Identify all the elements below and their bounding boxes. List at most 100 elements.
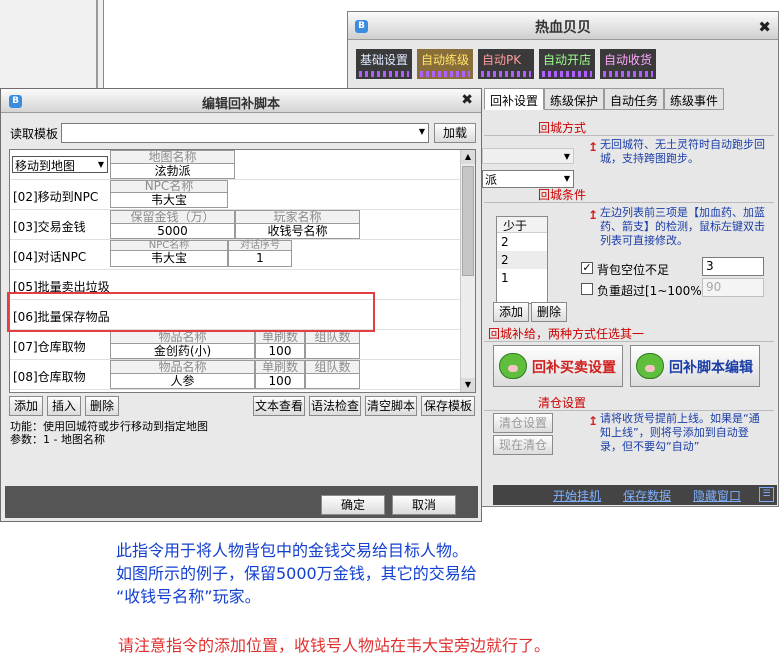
overload-label: 负重超过[1~100%] (597, 284, 707, 298)
script-scrollbar[interactable]: ▲ ▼ (460, 150, 475, 392)
chevron-down-icon: ▼ (97, 160, 104, 169)
param-value[interactable] (305, 373, 360, 389)
script-list[interactable]: 移动到地图 ▼ 地图名称 泫勃派 [02]移动到NPC NPC名称 韦大宝 [03… (9, 149, 476, 393)
param-value[interactable]: 泫勃派 (110, 163, 235, 179)
menu-icon[interactable]: ☰ (759, 487, 774, 502)
param-value[interactable]: 5000 (110, 223, 235, 239)
return-item-select[interactable]: ▼ (482, 148, 574, 164)
cancel-button[interactable]: 取消 (392, 495, 456, 515)
table-row[interactable]: [04]对话NPC NPC名称 韦大宝 对话序号 1 (10, 240, 461, 270)
pig-icon (636, 353, 664, 379)
pig-icon (499, 353, 527, 379)
condition-delete-button[interactable]: 删除 (531, 302, 567, 322)
main-title-bar[interactable]: B 热血贝贝 ✖ (348, 12, 778, 40)
command-label: [04]对话NPC (13, 250, 87, 264)
template-select[interactable]: ▼ (61, 123, 429, 143)
dialog-title-bar[interactable]: B 编辑回补脚本 ✖ (1, 89, 481, 113)
text-view-button[interactable]: 文本查看 (253, 396, 305, 416)
resupply-title: 回城补给，两种方式任选其一 (488, 327, 645, 341)
scroll-thumb[interactable] (462, 166, 474, 276)
condition-list[interactable]: 少于 2 2 1 (496, 216, 548, 304)
tab-auto-pk[interactable]: 自动PK (478, 49, 534, 79)
clear-warehouse-note: 请将收货号提前上线。如果是“通知上线”，则将号添加到自动登录，但不要勾“自动” (600, 412, 760, 453)
clear-warehouse-now-button[interactable]: 现在清仓 (493, 435, 553, 455)
main-bottom-bar: 开始挂机 保存数据 隐藏窗口 ☰ (493, 485, 777, 505)
resupply-trade-settings-button[interactable]: 回补买卖设置 (493, 345, 623, 387)
delete-button[interactable]: 删除 (85, 396, 119, 416)
scroll-down-icon[interactable]: ▼ (461, 378, 475, 392)
condition-add-button[interactable]: 添加 (493, 302, 529, 322)
param-value[interactable]: 金创药(小) (110, 343, 255, 359)
tab-auto-task[interactable]: 自动任务 (604, 88, 664, 110)
pin-icon: ↥ (588, 140, 599, 154)
tab-auto-receive[interactable]: 自动收货 (600, 49, 656, 79)
param-header: 玩家名称 (235, 210, 360, 224)
tab-leveling-event[interactable]: 练级事件 (664, 88, 724, 110)
param-value[interactable]: 100 (255, 373, 305, 389)
resupply-script-edit-button[interactable]: 回补脚本编辑 (630, 345, 760, 387)
bag-space-input[interactable]: 3 (702, 257, 764, 276)
scroll-up-icon[interactable]: ▲ (461, 150, 475, 164)
tab-leveling-protect[interactable]: 练级保护 (544, 88, 604, 110)
syntax-check-button[interactable]: 语法检查 (309, 396, 361, 416)
command-label: [07]仓库取物 (13, 340, 86, 354)
return-condition-title: 回城条件 (538, 188, 587, 202)
table-row[interactable]: [02]移动到NPC NPC名称 韦大宝 (10, 180, 461, 210)
table-row[interactable]: [08]仓库取物 物品名称 人参 单刷数 100 组队数 (10, 360, 461, 390)
param-header: 组队数 (305, 330, 360, 344)
overload-checkbox[interactable] (581, 283, 593, 295)
list-item[interactable]: 2 (497, 251, 547, 269)
param-value[interactable]: 收钱号名称 (235, 223, 360, 239)
start-hang-button[interactable]: 开始挂机 (553, 487, 601, 504)
tab-basic-settings[interactable]: 基础设置 (356, 49, 412, 79)
tab-auto-leveling[interactable]: 自动练级 (417, 49, 473, 79)
ok-button[interactable]: 确定 (321, 495, 385, 515)
add-button[interactable]: 添加 (9, 396, 43, 416)
explanation-line: “收钱号名称”玩家。 (116, 587, 261, 606)
load-button[interactable]: 加载 (434, 123, 476, 143)
param-value[interactable]: 韦大宝 (110, 250, 228, 267)
command-label: [08]仓库取物 (13, 370, 86, 384)
list-item[interactable]: 2 (497, 233, 547, 251)
clear-warehouse-settings-button[interactable]: 清仓设置 (493, 413, 553, 433)
function-description: 功能：使用回城符或步行移动到指定地图 参数：1 - 地图名称 (10, 420, 208, 446)
command-label: [02]移动到NPC (13, 190, 99, 204)
warning-text: 请注意指令的添加位置，收钱号人物站在韦大宝旁边就行了。 (118, 636, 551, 655)
dialog-title: 编辑回补脚本 (201, 97, 280, 112)
divider (484, 135, 774, 136)
divider (484, 202, 774, 203)
param-value[interactable]: 1 (228, 250, 292, 267)
close-icon[interactable]: ✖ (461, 92, 473, 108)
param-header: 物品名称 (110, 330, 255, 344)
pin-icon: ↥ (588, 414, 599, 428)
close-icon[interactable]: ✖ (758, 18, 771, 36)
explanation-line: 此指令用于将人物背包中的金钱交易给目标人物。 (116, 541, 469, 560)
return-method-title: 回城方式 (538, 121, 587, 135)
divider (484, 341, 774, 342)
overload-input[interactable]: 90 (702, 278, 764, 297)
param-value[interactable]: 韦大宝 (110, 192, 228, 208)
chevron-down-icon: ▼ (563, 152, 570, 161)
table-row[interactable]: [03]交易金钱 保留金钱（万） 5000 玩家名称 收钱号名称 (10, 210, 461, 240)
insert-button[interactable]: 插入 (47, 396, 81, 416)
tab-resupply-settings[interactable]: 回补设置 (484, 88, 544, 110)
edit-script-dialog: B 编辑回补脚本 ✖ 读取模板 ▼ 加载 移动到地图 ▼ 地图名称 泫勃派 [02… (0, 88, 482, 522)
background-window-strip (0, 0, 104, 88)
hide-window-button[interactable]: 隐藏窗口 (693, 487, 741, 504)
param-value[interactable]: 100 (255, 343, 305, 359)
return-method-note: 无回城符、无土灵符时自动跑步回城，支持跨图跑步。 (600, 138, 765, 165)
table-row[interactable]: 移动到地图 ▼ 地图名称 泫勃派 (10, 150, 461, 180)
param-value[interactable]: 人参 (110, 373, 255, 389)
save-data-button[interactable]: 保存数据 (623, 487, 671, 504)
table-row[interactable]: [07]仓库取物 物品名称 金创药(小) 单刷数 100 组队数 (10, 330, 461, 360)
param-value[interactable] (305, 343, 360, 359)
bag-space-checkbox[interactable]: ✓ (581, 262, 593, 274)
clear-script-button[interactable]: 清空脚本 (365, 396, 417, 416)
command-select[interactable]: 移动到地图 ▼ (12, 156, 108, 173)
list-item[interactable]: 1 (497, 269, 547, 287)
save-template-button[interactable]: 保存模板 (421, 396, 475, 416)
param-header: 单刷数 (255, 360, 305, 374)
chevron-down-icon: ▼ (418, 127, 425, 136)
tab-auto-shop[interactable]: 自动开店 (539, 49, 595, 79)
param-header: 组队数 (305, 360, 360, 374)
